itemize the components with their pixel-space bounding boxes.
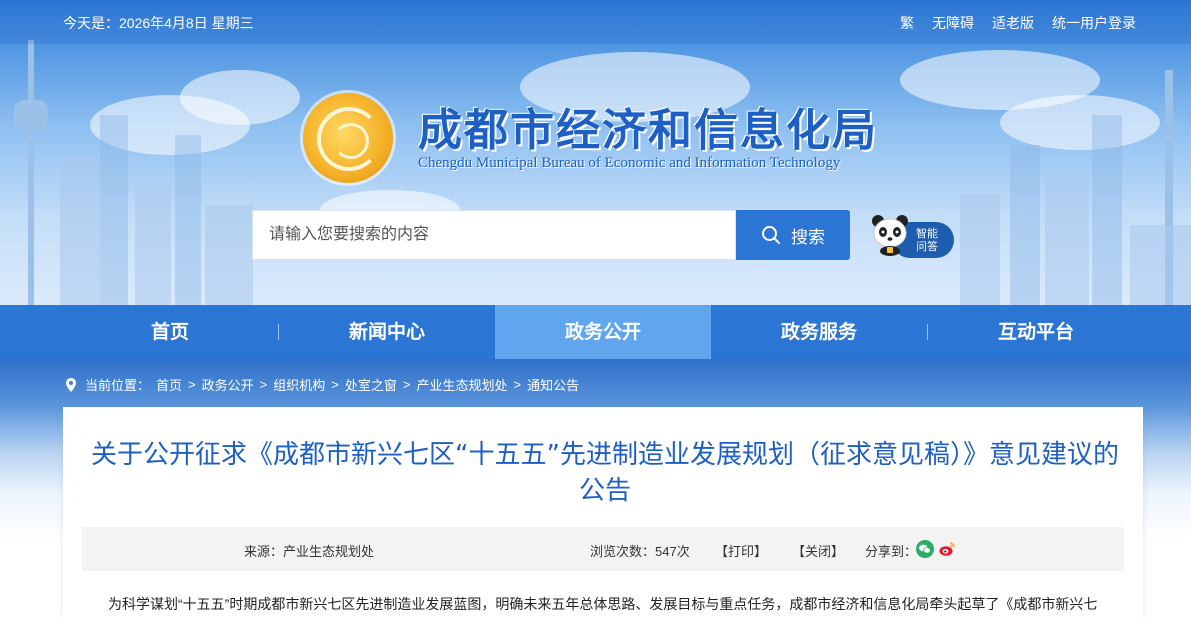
smart-qa-label-2: 问答: [916, 240, 938, 253]
logo-emblem: [303, 93, 393, 183]
building: [100, 115, 128, 305]
site-subtitle: Chengdu Municipal Bureau of Economic and…: [418, 155, 841, 171]
breadcrumb: 当前位置： 首页 > 政务公开 > 组织机构 > 处室之窗 > 产业生态规划处 …: [63, 375, 579, 394]
building: [135, 185, 171, 305]
breadcrumb-divisions[interactable]: 处室之窗: [345, 375, 397, 394]
breadcrumb-separator: >: [513, 377, 522, 392]
user-login-link[interactable]: 统一用户登录: [1052, 13, 1136, 33]
search-button-label: 搜索: [791, 227, 825, 248]
nav-home[interactable]: 首页: [62, 305, 278, 359]
traditional-chinese-link[interactable]: 繁: [900, 13, 914, 33]
article-meta-bar: 来源：产业生态规划处 浏览次数：547次 【打印】 【关闭】 分享到：: [82, 527, 1124, 571]
cloud-decoration: [1000, 95, 1160, 150]
article-title: 关于公开征求《成都市新兴七区“十五五”先进制造业发展规划（征求意见稿）》意见建议…: [91, 440, 1119, 506]
top-links: 繁 无障碍 适老版 统一用户登录: [900, 13, 1136, 33]
header-banner: 今天是：2026年4月8日 星期三 繁 无障碍 适老版 统一用户登录 成都市经济…: [0, 0, 1191, 305]
elderly-mode-link[interactable]: 适老版: [992, 13, 1034, 33]
building: [60, 155, 100, 305]
breadcrumb-separator: >: [259, 377, 268, 392]
building: [1092, 115, 1122, 305]
breadcrumb-separator: >: [331, 377, 339, 392]
location-pin-icon: [66, 377, 76, 392]
site-title: 成都市经济和信息化局: [418, 105, 878, 156]
breadcrumb-separator: >: [402, 377, 411, 392]
nav-government-services[interactable]: 政务服务: [711, 305, 927, 359]
article-source: 来源：产业生态规划处: [244, 544, 375, 559]
breadcrumb-separator: >: [188, 377, 196, 392]
building: [1045, 175, 1089, 305]
weibo-icon[interactable]: [938, 540, 956, 558]
nav-interaction-platform[interactable]: 互动平台: [928, 305, 1144, 359]
accessibility-link[interactable]: 无障碍: [932, 13, 974, 33]
print-button[interactable]: 【打印】: [715, 541, 767, 560]
smart-qa-button[interactable]: 智能 问答: [870, 210, 958, 260]
cloud-decoration: [180, 70, 300, 125]
main-nav: 首页 新闻中心 政务公开 政务服务 互动平台: [0, 305, 1191, 359]
nav-government-affairs[interactable]: 政务公开: [495, 305, 711, 359]
building: [960, 195, 1000, 305]
panda-mascot-icon: [872, 215, 908, 256]
search-icon: [762, 226, 780, 244]
search-box: [252, 210, 736, 260]
logo-inner-ring: [333, 123, 369, 159]
building: [205, 205, 253, 305]
building: [1010, 145, 1040, 305]
view-count: 浏览次数：547次: [590, 544, 690, 559]
article-body-first-line: 为科学谋划“十五五”时期成都市新兴七区先进制造业发展蓝图，明确未来五年总体思路、…: [108, 596, 1098, 612]
breadcrumb-government-affairs[interactable]: 政务公开: [202, 375, 254, 394]
tv-tower: [28, 40, 34, 305]
building: [175, 135, 201, 305]
breadcrumb-prefix: 当前位置：: [85, 378, 151, 393]
building: [1130, 225, 1191, 305]
breadcrumb-home[interactable]: 首页: [156, 375, 182, 394]
wechat-icon[interactable]: [916, 540, 934, 558]
nav-news-center[interactable]: 新闻中心: [279, 305, 495, 359]
share-label: 分享到：: [865, 544, 918, 559]
tv-tower-pod: [14, 100, 48, 130]
search-button[interactable]: 搜索: [736, 210, 850, 260]
breadcrumb-organization[interactable]: 组织机构: [273, 375, 325, 394]
breadcrumb-planning-division[interactable]: 产业生态规划处: [416, 375, 507, 394]
close-button[interactable]: 【关闭】: [792, 541, 844, 560]
smart-qa-label-1: 智能: [916, 227, 938, 240]
current-date: 今天是：2026年4月8日 星期三: [63, 15, 254, 31]
breadcrumb-notices[interactable]: 通知公告: [527, 375, 579, 394]
search-input[interactable]: [253, 211, 735, 259]
